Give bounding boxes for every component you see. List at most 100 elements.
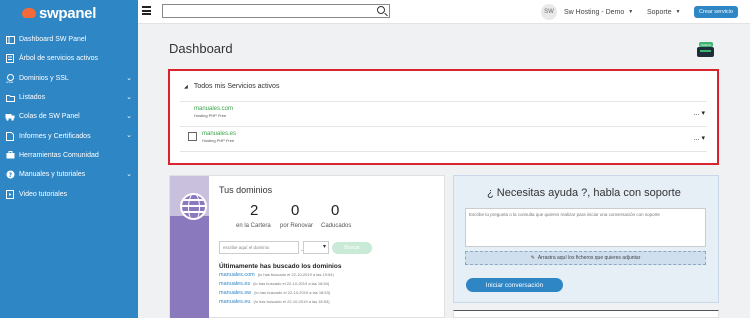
chevron-down-icon: ⌄ <box>126 74 132 82</box>
service-plan: Hosting PHP Free <box>194 113 227 118</box>
support-menu[interactable]: Soporte ▼ <box>647 9 680 16</box>
list-item: manuales.sw (lo has buscado el 22-10-2019… <box>219 290 330 296</box>
stat-value: 2 <box>250 202 259 219</box>
domains-card: Tus dominios 2 en la Cartera 0 por Renov… <box>169 175 445 318</box>
sidebar-item-label: Dashboard SW Panel <box>19 36 87 44</box>
recent-domain-link[interactable]: manuales.sw <box>219 290 251 296</box>
recent-searches-title: Últimamente has buscado los dominios <box>219 263 342 270</box>
recent-domain-link[interactable]: manuales.com <box>219 272 255 278</box>
sidebar-item-tree[interactable]: Árbol de servicios activos <box>0 49 138 68</box>
truck-icon <box>5 112 15 121</box>
sidebar-item-label: Colas de SW Panel <box>19 113 80 121</box>
recent-note: (lo has buscado el 22-10-2019 a las 18:5… <box>253 281 330 286</box>
search-icon[interactable] <box>377 6 385 14</box>
sidebar-item-videos[interactable]: Video tutoriales <box>0 184 138 203</box>
recent-domain-link[interactable]: manuales.eu <box>219 299 251 305</box>
svg-text:www: www <box>6 80 14 83</box>
domains-card-side <box>170 176 209 318</box>
chevron-down-icon: ⌄ <box>126 113 132 121</box>
create-service-button[interactable]: Crear servicio <box>694 6 738 18</box>
attach-dropzone[interactable]: ✎ Arrastra aquí los ficheros que quieres … <box>465 251 706 265</box>
sidebar-item-informes[interactable]: Informes y Certificados ⌄ <box>0 126 138 145</box>
stat-label: en la Cartera <box>236 223 271 229</box>
server-icon <box>188 132 197 141</box>
sidebar-item-label: Manuales y tutoriales <box>19 171 86 179</box>
sidebar-item-label: Video tutoriales <box>19 190 68 198</box>
support-label: Soporte <box>647 9 672 16</box>
sidebar-item-label: Dominios y SSL <box>19 74 69 82</box>
help-title: ¿ Necesitas ayuda ?, habla con soporte <box>487 187 681 199</box>
domains-title: Tus dominios <box>219 185 273 195</box>
sidebar-item-manuales[interactable]: ? Manuales y tutoriales ⌄ <box>0 165 138 184</box>
terminal-icon <box>697 47 714 57</box>
service-row[interactable]: manuales.es Hosting PHP Free ... ▾ <box>188 131 707 153</box>
brand-name: swpanel <box>39 4 97 22</box>
service-domain[interactable]: manuales.com <box>194 106 707 112</box>
service-options-button[interactable]: ... ▾ <box>694 134 705 142</box>
next-card-edge <box>453 310 719 318</box>
divider <box>180 126 707 127</box>
help-icon: ? <box>5 170 15 179</box>
service-plan: Hosting PHP Free <box>202 138 235 143</box>
domains-card-side-lower <box>170 216 209 318</box>
collapse-triangle-icon[interactable]: ◢ <box>184 84 188 90</box>
cloud-logo-icon <box>22 8 36 18</box>
brand-logo[interactable]: swpanel <box>22 3 96 23</box>
dashboard-icon <box>5 35 15 44</box>
recent-note: (lo has buscado el 22-10-2019 a las 18:5… <box>254 290 331 295</box>
video-icon <box>5 189 15 199</box>
svg-text:?: ? <box>8 172 12 179</box>
sidebar-item-colas[interactable]: Colas de SW Panel ⌄ <box>0 107 138 126</box>
divider <box>180 101 707 102</box>
sidebar-item-domains[interactable]: www Dominios y SSL ⌄ <box>0 69 138 88</box>
divider <box>180 151 707 152</box>
caret-down-icon: ▼ <box>628 9 634 15</box>
sidebar-item-label: Herramientas Comunidad <box>19 151 99 159</box>
folder-icon <box>5 93 15 102</box>
service-options-button[interactable]: ... ▾ <box>694 109 705 117</box>
user-name: Sw Hosting - Demo <box>564 9 625 16</box>
recent-note: (lo has buscado el 22-10-2019 a las 19:5… <box>257 272 334 277</box>
domain-search-input[interactable]: escribe aquí el dominio <box>219 241 299 254</box>
sidebar-item-listados[interactable]: Listados ⌄ <box>0 88 138 107</box>
caret-down-icon: ▼ <box>675 9 681 15</box>
active-services-panel: ◢ Todos mis Servicios activos manuales.co… <box>168 69 719 165</box>
recent-note: (lo has buscado el 22-10-2019 a las 18:5… <box>253 299 330 304</box>
tools-icon <box>5 151 15 160</box>
attach-label: Arrastra aquí los ficheros que quieres a… <box>537 255 641 261</box>
recent-domain-link[interactable]: manuales.es <box>219 281 250 287</box>
services-title: Todos mis Servicios activos <box>193 83 280 90</box>
start-conversation-button[interactable]: Iniciar conversación <box>466 278 563 292</box>
topbar: SW Sw Hosting - Demo ▼ Soporte ▼ Crear ser… <box>138 0 750 24</box>
list-item: manuales.com (lo has buscado el 22-10-201… <box>219 272 334 278</box>
new-feature-icon[interactable]: NUEVO <box>697 42 715 58</box>
stat-value: 0 <box>331 202 340 219</box>
hamburger-menu-icon[interactable] <box>142 6 151 15</box>
sidebar-item-label: Árbol de servicios activos <box>19 55 98 63</box>
sidebar: swpanel Dashboard SW Panel Árbol de serv… <box>0 0 138 318</box>
services-header[interactable]: ◢ Todos mis Servicios activos <box>184 83 279 90</box>
support-message-textarea[interactable]: Escribe tu pregunta o la consulta que qu… <box>465 208 706 247</box>
avatar[interactable]: SW <box>541 4 557 20</box>
user-menu[interactable]: Sw Hosting - Demo ▼ <box>564 9 633 16</box>
document-icon <box>5 131 15 141</box>
tld-select[interactable] <box>303 241 329 254</box>
service-domain[interactable]: manuales.es <box>194 131 707 137</box>
sidebar-item-dashboard[interactable]: Dashboard SW Panel <box>0 30 138 49</box>
search-domain-button[interactable]: Buscar <box>332 242 372 254</box>
sidebar-nav: Dashboard SW Panel Árbol de servicios ac… <box>0 30 138 204</box>
page-title: Dashboard <box>169 41 233 56</box>
help-card: ¿ Necesitas ayuda ?, habla con soporte E… <box>453 175 719 303</box>
chevron-down-icon: ⌄ <box>126 132 132 140</box>
www-icon: www <box>5 73 15 83</box>
sidebar-item-label: Informes y Certificados <box>19 132 91 140</box>
list-item: manuales.eu (lo has buscado el 22-10-2019… <box>219 299 330 305</box>
service-row[interactable]: manuales.com Hosting PHP Free ... ▾ <box>194 106 707 128</box>
search-input[interactable] <box>162 4 390 18</box>
tree-icon <box>5 54 15 64</box>
sidebar-item-herramientas[interactable]: Herramientas Comunidad <box>0 146 138 165</box>
list-item: manuales.es (lo has buscado el 22-10-2019… <box>219 281 329 287</box>
stat-value: 0 <box>291 202 300 219</box>
globe-icon <box>180 193 207 220</box>
stat-label: Caducados <box>321 223 352 229</box>
